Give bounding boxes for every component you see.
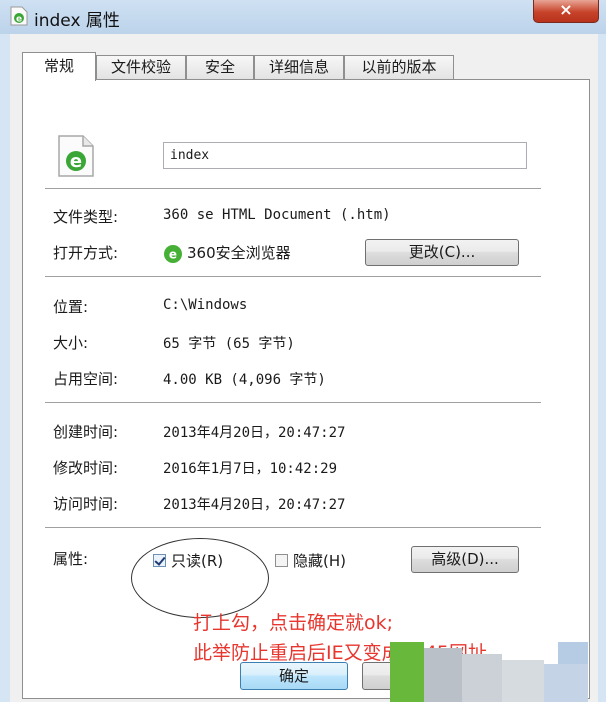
svg-text:e: e: [16, 15, 22, 25]
tab-previous-versions[interactable]: 以前的版本: [344, 55, 454, 80]
size-label: 大小:: [53, 334, 89, 352]
annotation-line-1: 打上勾，点击确定就ok;: [193, 612, 394, 634]
file-type-label: 文件类型:: [53, 208, 119, 226]
tab-security[interactable]: 安全: [186, 55, 254, 80]
properties-window: e index 属性 × 常规 文件校验 安全 详细信息 以前的版本 e ind…: [0, 0, 606, 702]
readonly-label: 只读(R): [171, 552, 224, 570]
advanced-button[interactable]: 高级(D)...: [411, 546, 519, 573]
tab-details[interactable]: 详细信息: [254, 55, 344, 80]
tab-checksum[interactable]: 文件校验: [96, 55, 186, 80]
location-value: C:\Windows: [163, 297, 248, 313]
ok-button[interactable]: 确定: [240, 662, 348, 690]
disk-size-label: 占用空间:: [53, 370, 119, 388]
separator: [45, 402, 541, 404]
size-value: 65 字节 (65 字节): [163, 336, 295, 352]
modified-label: 修改时间:: [53, 459, 119, 477]
title-bar[interactable]: e index 属性 ×: [0, 0, 606, 34]
created-label: 创建时间:: [53, 423, 119, 441]
accessed-label: 访问时间:: [53, 495, 119, 513]
tab-general[interactable]: 常规: [22, 52, 96, 81]
general-panel: e index 文件类型: 360 se HTML Document (.htm…: [22, 79, 590, 699]
separator: [45, 188, 541, 190]
attributes-label: 属性:: [53, 550, 89, 568]
file-name-field[interactable]: index: [163, 142, 527, 169]
separator: [45, 527, 541, 529]
location-label: 位置:: [53, 298, 89, 316]
svg-text:e: e: [169, 248, 177, 262]
open-with-label: 打开方式:: [53, 244, 119, 262]
close-button[interactable]: ×: [533, 0, 599, 23]
hidden-checkbox-box[interactable]: [275, 554, 288, 567]
window-title: index 属性: [34, 11, 120, 31]
file-type-value: 360 se HTML Document (.htm): [163, 207, 391, 223]
svg-text:e: e: [70, 151, 82, 172]
readonly-checkbox[interactable]: 只读(R): [153, 550, 223, 571]
separator: [45, 276, 541, 278]
accessed-value: 2013年4月20日，20:47:27: [163, 497, 346, 513]
file-icon: e: [10, 6, 28, 26]
360-browser-icon: e: [164, 245, 182, 263]
hidden-checkbox[interactable]: 隐藏(H): [275, 550, 346, 571]
dialog-client: 常规 文件校验 安全 详细信息 以前的版本 e index 文件类型: 360 …: [10, 34, 598, 702]
modified-value: 2016年1月7日，10:42:29: [163, 461, 338, 477]
ie-file-icon: e: [58, 135, 94, 177]
hidden-label: 隐藏(H): [293, 552, 346, 570]
disk-size-value: 4.00 KB (4,096 字节): [163, 372, 326, 388]
readonly-checkbox-box[interactable]: [153, 554, 166, 567]
created-value: 2013年4月20日，20:47:27: [163, 425, 346, 441]
change-button[interactable]: 更改(C)...: [365, 239, 519, 266]
open-with-value: 360安全浏览器: [187, 244, 291, 262]
